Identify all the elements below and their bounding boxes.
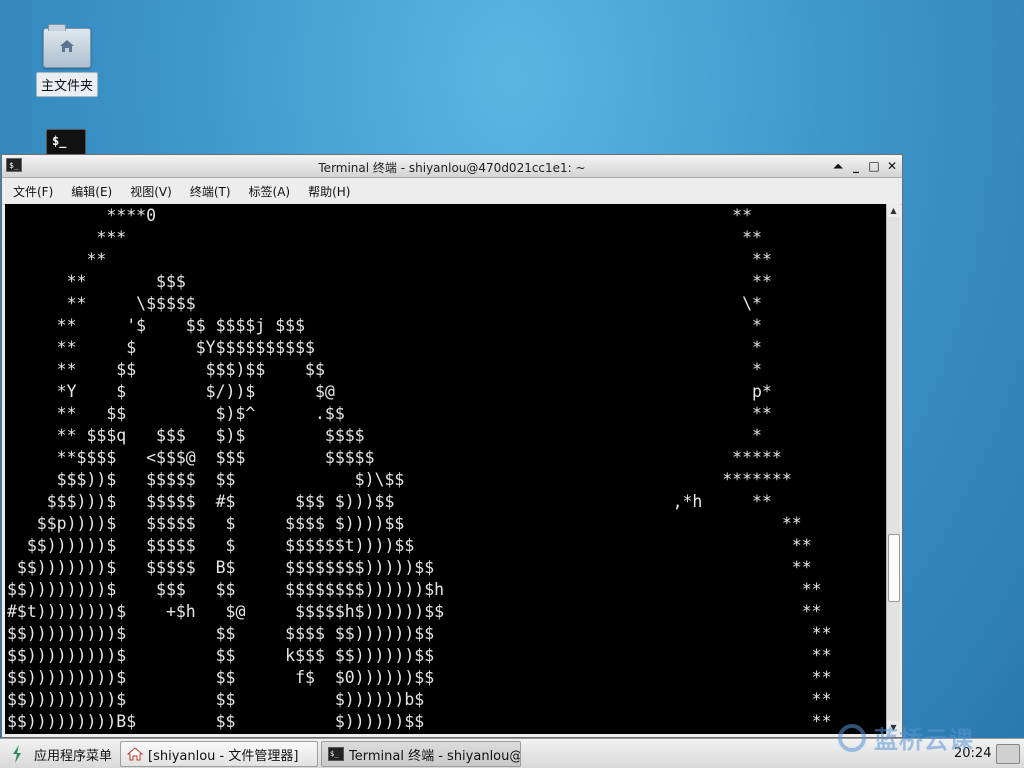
terminal-line: $$)))))))))$ $$ k$$$ $$))))))$$ **	[7, 646, 832, 665]
applications-menu-button[interactable]: 应用程序菜单	[0, 740, 120, 768]
folder-icon	[43, 24, 91, 68]
window-title: Terminal 终端 - shiyanlou@470d021cc1e1: ~	[318, 161, 586, 175]
watermark: 蓝桥云课	[838, 720, 974, 755]
terminal-output-area[interactable]: ****0 ** *** ** ** ** ** $$$ ** ** \$$$$…	[5, 204, 887, 734]
terminal-text: ****0 ** *** ** ** ** ** $$$ ** ** \$$$$…	[7, 205, 832, 733]
terminal-line: ** $$$q $$$ $)$ $$$$ *	[56, 426, 762, 445]
watermark-logo-icon	[838, 723, 866, 752]
close-button[interactable]: ✕	[884, 158, 900, 174]
taskbar-item-label: [shiyanlou - 文件管理器]	[148, 748, 299, 764]
scrollbar-thumb[interactable]	[888, 534, 900, 602]
terminal-line: ** '$ $$ $$$$j $$$ *	[56, 316, 762, 335]
menu-edit[interactable]: 编辑(E)	[68, 181, 115, 202]
terminal-line: **$$$$ <$$$@ $$$ $$$$$ *****	[56, 448, 782, 467]
taskbar-item-file-manager[interactable]: [shiyanlou - 文件管理器]	[120, 741, 319, 767]
terminal-line: $$)))))))$ $$$$$ B$ $$$$$$$$)))))$$ **	[16, 558, 812, 577]
menu-bar: 文件(F) 编辑(E) 视图(V) 终端(T) 标签(A) 帮助(H)	[2, 178, 902, 205]
maximize-button[interactable]: □	[866, 158, 882, 174]
terminal-line: $$p))))$ $$$$$ $ $$$$ $))))$$ **	[36, 514, 802, 533]
terminal-line: $$))))))$ $$$$$ $ $$$$$$t))))$$ **	[26, 536, 812, 555]
terminal-line: $$$)))$ $$$$$ #$ $$$ $)))$$ ,*h **	[46, 492, 772, 511]
terminal-line: $$)))))))))B$ $$ $))))))$$ **	[7, 712, 832, 731]
terminal-icon: $_	[328, 747, 345, 761]
scroll-up-arrow-icon[interactable]: ▲	[887, 204, 900, 217]
keyboard-tray-icon[interactable]	[996, 744, 1020, 764]
shade-button[interactable]: ⏶	[830, 158, 846, 174]
menu-help[interactable]: 帮助(H)	[305, 181, 353, 202]
home-icon	[60, 40, 74, 52]
terminal-line: #$t))))))))$ +$h $@ $$$$$h$))))))$$ **	[7, 602, 822, 621]
taskbar-item-label: Terminal 终端 - shiyanlou@…	[349, 748, 522, 764]
window-controls: ⏶ _ □ ✕	[830, 158, 900, 174]
terminal-line: ** **	[86, 250, 772, 269]
terminal-line: *Y $ $/))$ $@ p*	[56, 382, 772, 401]
terminal-line: $$)))))))))$ $$ $))))))b$ **	[7, 690, 832, 709]
menu-tabs[interactable]: 标签(A)	[246, 181, 294, 202]
terminal-line: ** $$ $)$^ .$$ **	[56, 404, 772, 423]
terminal-line: $$))))))))$ $$$ $$ $$$$$$$$))))))$h **	[7, 580, 822, 599]
terminal-line: $$$))$ $$$$$ $$ $)\$$ *******	[56, 470, 792, 489]
menu-view[interactable]: 视图(V)	[127, 181, 175, 202]
terminal-window: $_ Terminal 终端 - shiyanlou@470d021cc1e1:…	[1, 154, 903, 738]
terminal-line: ** \$$$$$ \*	[66, 294, 762, 313]
window-titlebar[interactable]: $_ Terminal 终端 - shiyanlou@470d021cc1e1:…	[2, 155, 902, 178]
terminal-scrollbar[interactable]: ▲ ▼	[886, 204, 900, 734]
minimize-button[interactable]: _	[848, 158, 864, 174]
terminal-line: *** **	[96, 228, 762, 247]
home-icon	[127, 747, 144, 761]
desktop-icon-label: 主文件夹	[36, 72, 99, 97]
terminal-line: ** $$ $$$)$$ $$ *	[56, 360, 762, 379]
applications-menu-label: 应用程序菜单	[34, 748, 113, 764]
terminal-line: $$)))))))))$ $$ f$ $0))))))$$ **	[7, 668, 832, 687]
menu-file[interactable]: 文件(F)	[10, 181, 56, 202]
terminal-line: $$)))))))))$ $$ $$$$ $$))))))$$ **	[7, 624, 832, 643]
menu-terminal[interactable]: 终端(T)	[187, 181, 234, 202]
app-menu-logo-icon	[13, 745, 21, 763]
watermark-text: 蓝桥云课	[874, 726, 974, 754]
terminal-line: ****0 **	[106, 206, 753, 225]
desktop-icon-home-folder[interactable]: 主文件夹	[36, 24, 99, 97]
terminal-line: ** $ $Y$$$$$$$$$$ *	[56, 338, 762, 357]
terminal-line: ** $$$ **	[66, 272, 772, 291]
taskbar-item-terminal[interactable]: $_ Terminal 终端 - shiyanlou@…	[321, 741, 522, 767]
